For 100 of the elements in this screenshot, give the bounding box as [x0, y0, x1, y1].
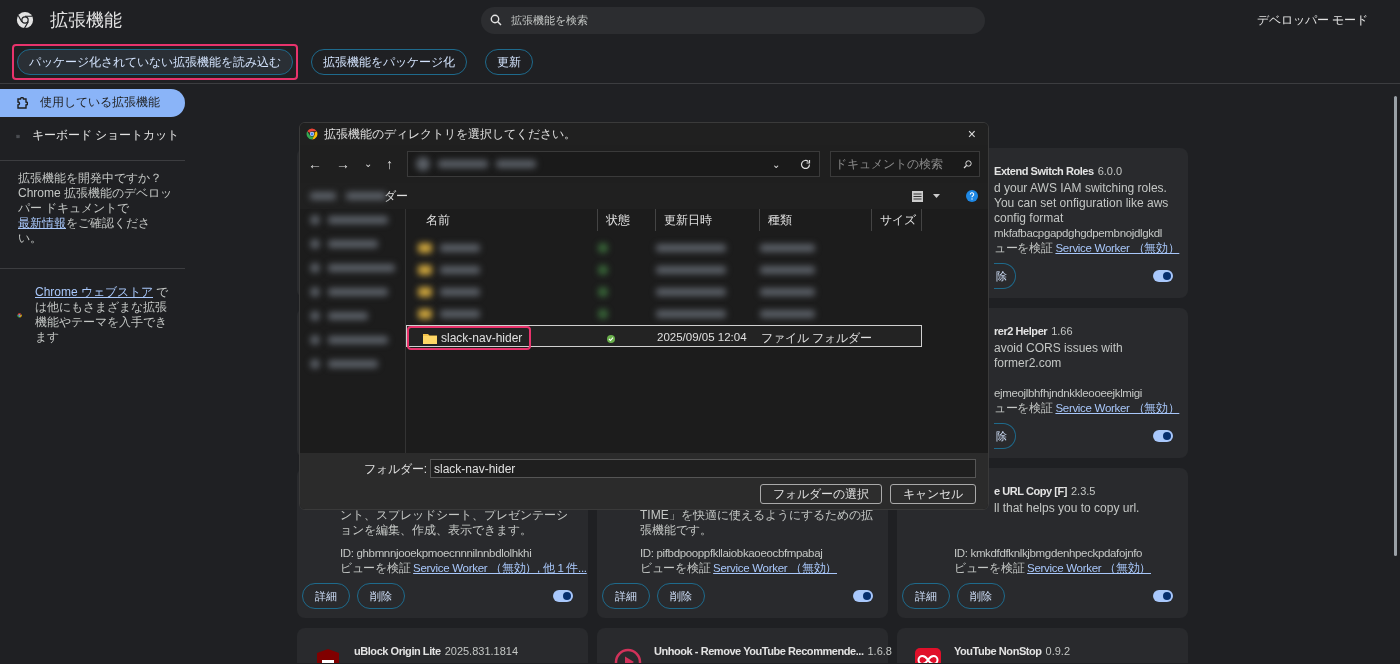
- blurred-icon: [598, 265, 608, 275]
- file-name: slack-nav-hider: [441, 330, 523, 347]
- column-header[interactable]: サイズ: [872, 209, 922, 231]
- refresh-icon: [800, 158, 811, 170]
- blurred-text: [328, 288, 388, 296]
- up-button[interactable]: ↑: [386, 157, 393, 171]
- extension-description: ll that helps you to copy url.: [993, 501, 1141, 516]
- search-icon: [963, 160, 972, 169]
- search-field[interactable]: 拡張機能を検索: [481, 6, 985, 34]
- extension-name: rer2 Helper: [994, 324, 1048, 339]
- blurred-text: [656, 288, 726, 296]
- page-title: 拡張機能: [50, 8, 122, 32]
- column-header[interactable]: 種類: [760, 209, 872, 231]
- column-header[interactable]: 名前: [418, 209, 598, 231]
- inspect-views-label: ューを検証: [994, 242, 1053, 254]
- dialog-button[interactable]: キャンセル: [890, 484, 976, 504]
- extension-id: ID: ghbmnnjooekpmoecnnnilnnbdlolhkhi: [340, 546, 533, 561]
- sidebar-item[interactable]: キーボード ショートカット: [0, 122, 185, 150]
- search-field[interactable]: ドキュメントの検索: [830, 151, 980, 177]
- blurred-icon: [416, 157, 430, 171]
- service-worker-link[interactable]: Service Worker （無効）, 他 1 件...: [413, 562, 587, 574]
- blurred-text: [440, 310, 480, 318]
- app-icon: [306, 128, 318, 140]
- extension-version: 2.3.5: [1070, 484, 1096, 499]
- blurred-text: [760, 244, 815, 252]
- blurred-icon: [310, 359, 320, 369]
- blurred-text: [656, 244, 726, 252]
- close-button[interactable]: ×: [961, 127, 982, 141]
- blurred-text: [656, 266, 726, 274]
- enable-toggle[interactable]: [1153, 270, 1173, 282]
- blurred-icon: [598, 309, 608, 319]
- extension-name: uBlock Origin Lite: [354, 644, 441, 659]
- modified-date: 2025/09/05 12:04: [657, 330, 748, 346]
- extension-description: TIME」を快適に使えるようにするための拡張機能です。: [640, 508, 873, 538]
- column-header[interactable]: 更新日時: [656, 209, 760, 231]
- address-dropdown[interactable]: ⌄: [772, 156, 780, 172]
- extension-version: 0.9.2: [1045, 644, 1070, 659]
- forward-button[interactable]: →: [336, 157, 350, 171]
- developer-note: 拡張機能を開発中ですか？ Chrome 拡張機能のデベロッパー ドキュメントで 最新情報をご確認ください。: [17, 171, 173, 246]
- folder-icon: [423, 332, 437, 344]
- latest-info-link[interactable]: 最新情報: [18, 216, 66, 230]
- extension-version: 1.6.8: [867, 644, 892, 659]
- folder-field[interactable]: slack-nav-hider: [430, 459, 976, 478]
- logo-icon: [16, 11, 34, 29]
- sidebar-item[interactable]: 使用している拡張機能: [0, 89, 185, 117]
- blurred-text: [760, 310, 815, 318]
- blurred-icon: [310, 239, 320, 249]
- file-row[interactable]: slack-nav-hider 2025/09/05 12:04 ファイル フォルダー: [406, 325, 922, 347]
- enable-toggle[interactable]: [1153, 430, 1173, 442]
- dialog-title: 拡張機能のディレクトリを選択してください。: [324, 126, 576, 143]
- blurred-text: [327, 264, 395, 272]
- blurred-text: [438, 160, 488, 168]
- blurred-text: [310, 192, 336, 200]
- blurred-icon: [598, 243, 608, 253]
- developer-mode-label: デベロッパー モード: [1256, 12, 1368, 29]
- web-store-link[interactable]: Chrome ウェブストア: [35, 285, 153, 299]
- column-header[interactable]: 状態: [598, 209, 656, 231]
- inspect-views-label: ビューを検証: [640, 562, 711, 574]
- blurred-text: [328, 216, 388, 224]
- blurred-icon: [310, 335, 320, 345]
- extension-description: ント、スプレッドシート、プレゼンテーションを編集、作成、表示できます。: [340, 508, 569, 538]
- recent-locations-button[interactable]: ⌄: [364, 159, 372, 169]
- extension-name: YouTube NonStop: [954, 644, 1042, 659]
- extension-version: 2025.831.1814: [444, 644, 519, 659]
- address-bar[interactable]: ⌄: [407, 151, 820, 177]
- blurred-icon: [310, 215, 320, 225]
- blurred-text: [496, 160, 536, 168]
- enable-toggle[interactable]: [1153, 590, 1173, 602]
- extension-id: ID: kmkdfdfknlkjbmgdenhpeckpdafojnfo: [954, 546, 1144, 561]
- enable-toggle[interactable]: [553, 590, 573, 602]
- blurred-text: [328, 360, 378, 368]
- extension-version: 6.0.0: [1097, 164, 1123, 179]
- extension-version: 1.66: [1051, 324, 1073, 339]
- blurred-icon: [310, 287, 320, 297]
- caret-icon[interactable]: [933, 194, 940, 198]
- blurred-text: [760, 288, 815, 296]
- help-icon[interactable]: [966, 190, 978, 202]
- blurred-text: [346, 192, 386, 200]
- extension-id: ID: pifbdpooppfkllaiobkaoeocbfmpabaj: [640, 546, 824, 561]
- enable-toggle[interactable]: [853, 590, 873, 602]
- blurred-text: [440, 288, 480, 296]
- blurred-icon: [418, 265, 432, 275]
- service-worker-link[interactable]: Service Worker （無効）: [1055, 242, 1180, 254]
- service-worker-link[interactable]: Service Worker （無効）: [1027, 562, 1151, 574]
- dialog-button[interactable]: フォルダーの選択: [760, 484, 882, 504]
- back-button[interactable]: ←: [308, 157, 322, 171]
- folder-label: フォルダー:: [362, 460, 428, 478]
- extension-id: mkfafbacpgapdghgdpembnojdlgkdl: [994, 226, 1163, 241]
- blurred-icon: [310, 311, 320, 321]
- toolbar-button[interactable]: パッケージ化されていない拡張機能を読み込む: [17, 48, 293, 75]
- blurred-text: [328, 312, 368, 320]
- blurred-icon: [598, 287, 608, 297]
- blurred-text: [440, 266, 480, 274]
- service-worker-link[interactable]: Service Worker （無効）: [1055, 402, 1180, 414]
- extension-name: e URL Copy [F]: [994, 484, 1067, 499]
- extension-description: d your AWS IAM switching roles. You can set onfiguration like aws config format: [994, 181, 1170, 226]
- view-list-icon[interactable]: [912, 190, 923, 202]
- blurred-text: [440, 244, 480, 252]
- web-store-note: Chrome ウェブストア では他にもさまざまな拡張機能やテーマを入手できます: [35, 285, 170, 345]
- service-worker-link[interactable]: Service Worker （無効）: [713, 562, 837, 574]
